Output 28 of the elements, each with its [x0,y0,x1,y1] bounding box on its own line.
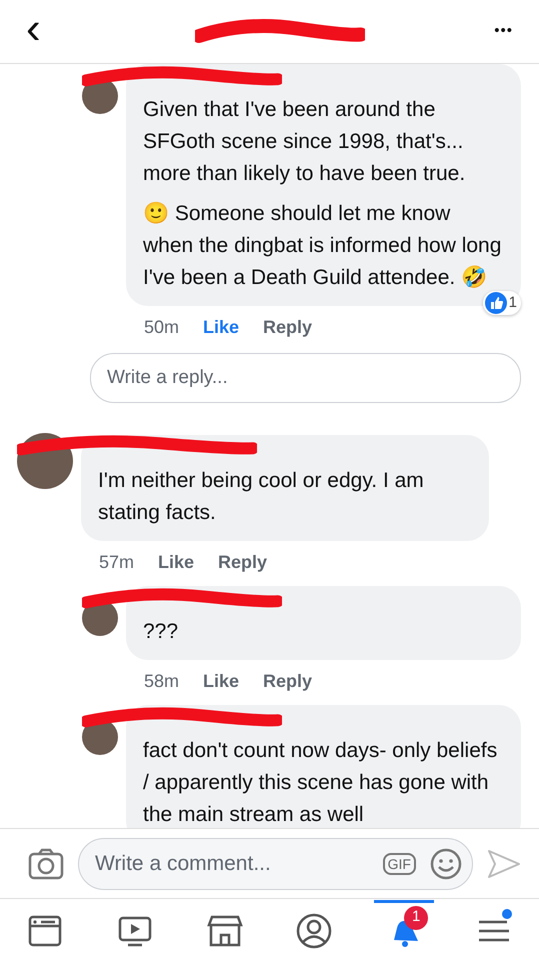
reply-link[interactable]: Reply [263,668,312,695]
comment-text: 🙂 Someone should let me know when the dingbat is informed how long I've been a Death Guild attendee. 🤣 [143,201,502,291]
tab[interactable]: 1 [374,900,434,960]
like-link[interactable]: Like [203,314,240,341]
reaction-count: 1 [482,290,521,315]
profile-icon [296,913,332,949]
emoji-icon[interactable] [430,847,462,880]
notification-badge: 1 [404,906,428,930]
comment-text: I'm neither being cool or edgy. I am stating facts. [98,468,425,526]
comment-text: Given that I've been around the SFGoth scene since 1998, that's... more than likely to have been true. [143,97,466,187]
like-link[interactable]: Like [203,668,240,695]
timestamp: 58m [144,670,180,693]
comment-field[interactable]: Write a comment... GIF [78,838,473,890]
comment-text: fact don't count now days- only beliefs / apparently this scene has gone with the main stream as well [143,738,498,828]
reply-field[interactable]: Write a reply... [90,353,521,403]
like-icon [484,292,507,314]
reply-link[interactable]: Reply [218,549,268,576]
gif-button[interactable]: GIF [382,852,416,874]
timestamp: 57m [99,551,134,574]
comment-text: ??? [143,619,180,645]
back-button[interactable]: ‹ [20,6,47,50]
more-button[interactable]: ••• [488,19,519,44]
like-link[interactable]: Like [158,549,194,576]
timestamp: 50m [144,316,180,339]
storefront-icon [206,913,243,949]
reply-link[interactable]: Reply [263,314,312,341]
news-feed-icon [26,913,63,949]
camera-icon[interactable] [28,848,64,880]
